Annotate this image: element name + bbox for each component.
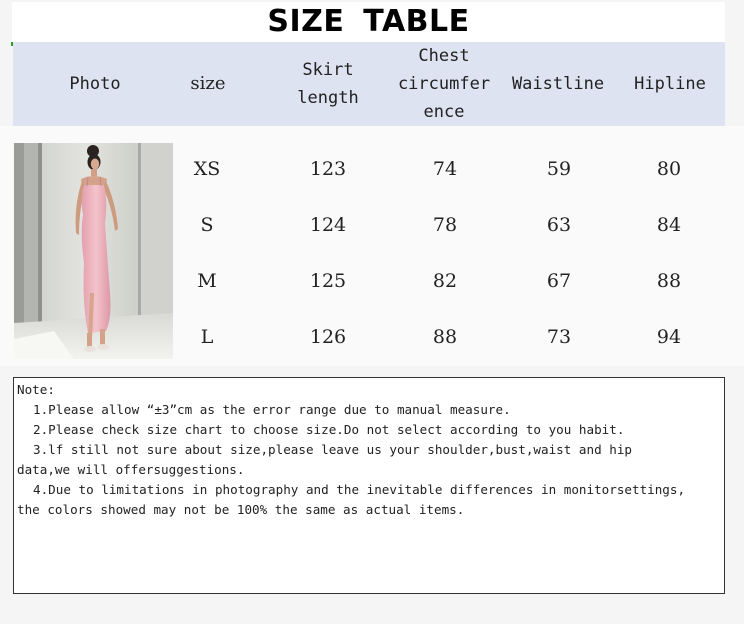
cell-size: M (197, 270, 217, 292)
cell-hip: 88 (656, 270, 682, 292)
cell-hip: 84 (656, 214, 682, 236)
cell-hip: 80 (656, 158, 682, 180)
cell-chest: 74 (432, 158, 458, 180)
dress-model-illustration (14, 143, 173, 359)
header-hipline: Hipline (621, 42, 719, 126)
notes-box: Note: 1.Please allow “±3”cm as the error… (13, 377, 725, 594)
notes-heading: Note: (17, 382, 55, 397)
header-photo: Photo (50, 42, 140, 126)
title-bar: SIZE TABLE (12, 2, 725, 42)
header-skirt-line2: length (297, 88, 359, 108)
cell-chest: 82 (432, 270, 458, 292)
header-size: size (163, 42, 253, 126)
header-waistline: Waistline (503, 42, 613, 126)
cell-waist: 59 (546, 158, 572, 180)
header-size-label: size (190, 73, 226, 94)
note-item-continuation: data,we will offersuggestions. (17, 462, 245, 477)
header-hipline-label: Hipline (634, 74, 706, 94)
cell-skirt: 126 (309, 326, 347, 348)
cell-chest: 88 (432, 326, 458, 348)
page-title: SIZE TABLE (267, 4, 470, 39)
header-skirt-length: Skirt length (275, 42, 381, 126)
header-skirt-line1: Skirt (302, 60, 354, 80)
cell-waist: 67 (546, 270, 572, 292)
cell-waist: 63 (546, 214, 572, 236)
header-photo-label: Photo (69, 74, 121, 94)
cell-size: L (200, 326, 214, 348)
table-header: Photo size Skirt length Chest circumfer … (13, 42, 725, 126)
note-item-continuation: the colors showed may not be 100% the sa… (17, 502, 465, 517)
header-waistline-label: Waistline (511, 74, 605, 94)
header-chest-line3: ence (423, 102, 465, 122)
header-chest-line2: circumfer (397, 74, 491, 94)
note-item: 1.Please allow “±3”cm as the error range… (33, 402, 511, 417)
cell-hip: 94 (656, 326, 682, 348)
note-item: 2.Please check size chart to choose size… (33, 422, 625, 437)
note-item: 4.Due to limitations in photography and … (33, 482, 686, 497)
header-chest: Chest circumfer ence (393, 42, 495, 126)
cell-chest: 78 (432, 214, 458, 236)
cell-size: XS (193, 158, 221, 180)
cell-waist: 73 (546, 326, 572, 348)
note-item: 3.lf still not sure about size,please le… (33, 442, 632, 457)
cell-skirt: 124 (309, 214, 347, 236)
product-photo (14, 143, 173, 359)
cell-skirt: 123 (309, 158, 347, 180)
cell-size: S (200, 214, 214, 236)
header-chest-line1: Chest (418, 46, 470, 66)
cell-skirt: 125 (309, 270, 347, 292)
